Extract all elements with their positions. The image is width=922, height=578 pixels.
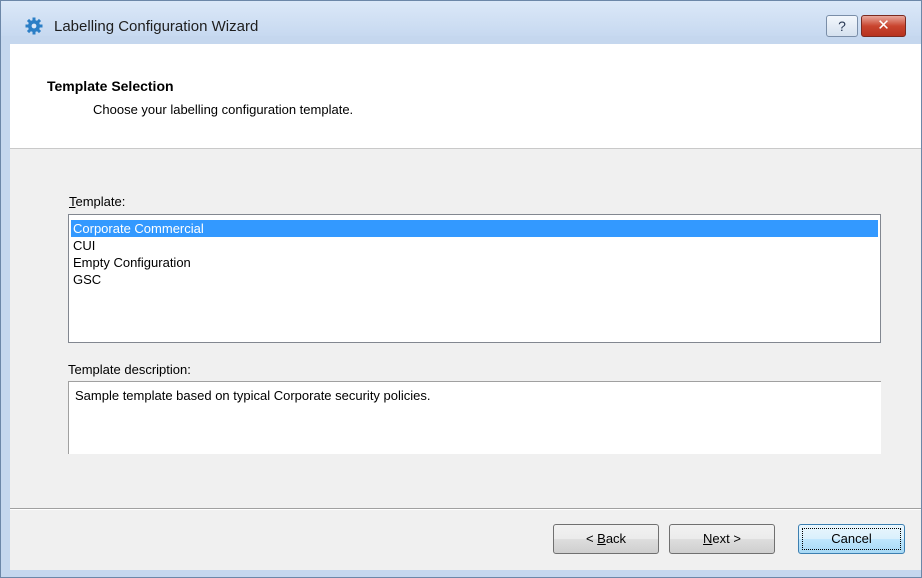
cancel-label: Cancel <box>831 531 872 546</box>
template-item-corporate-commercial[interactable]: Corporate Commercial <box>71 220 878 237</box>
page-subtitle: Choose your labelling configuration temp… <box>93 102 354 117</box>
footer-separator <box>10 508 921 510</box>
template-item-gsc[interactable]: GSC <box>71 271 878 288</box>
template-listbox[interactable]: Corporate Commercial CUI Empty Configura… <box>68 214 881 343</box>
back-mnemonic: B <box>597 531 606 546</box>
next-button[interactable]: Next > <box>669 524 775 554</box>
window-title: Labelling Configuration Wizard <box>54 18 259 35</box>
template-item-empty-configuration[interactable]: Empty Configuration <box>71 254 878 271</box>
next-rest: ext > <box>712 531 741 546</box>
template-description-box: Sample template based on typical Corpora… <box>68 381 881 454</box>
cancel-button[interactable]: Cancel <box>798 524 905 554</box>
back-prefix: < <box>585 531 598 546</box>
cancel-focus-rect: Cancel <box>802 528 901 550</box>
template-description-label: Template description: <box>68 362 191 377</box>
page-title: Template Selection <box>47 78 174 94</box>
title-bar[interactable]: Labelling Configuration Wizard ? ✕ <box>1 1 921 37</box>
template-item-cui[interactable]: CUI <box>71 237 878 254</box>
wizard-header: Template Selection Choose your labelling… <box>10 44 921 149</box>
template-description-text: Sample template based on typical Corpora… <box>75 388 431 403</box>
template-label: Template: <box>69 194 125 209</box>
gear-icon <box>25 17 43 35</box>
template-label-rest: emplate: <box>75 194 126 209</box>
close-icon: ✕ <box>877 17 890 34</box>
close-button[interactable]: ✕ <box>861 15 906 37</box>
back-rest: ack <box>605 531 627 546</box>
wizard-client-area: Template Selection Choose your labelling… <box>10 44 921 570</box>
wizard-window: Labelling Configuration Wizard ? ✕ Templ… <box>0 0 922 578</box>
help-button[interactable]: ? <box>826 15 858 37</box>
back-button[interactable]: < Back <box>553 524 659 554</box>
next-mnemonic: N <box>703 531 713 546</box>
